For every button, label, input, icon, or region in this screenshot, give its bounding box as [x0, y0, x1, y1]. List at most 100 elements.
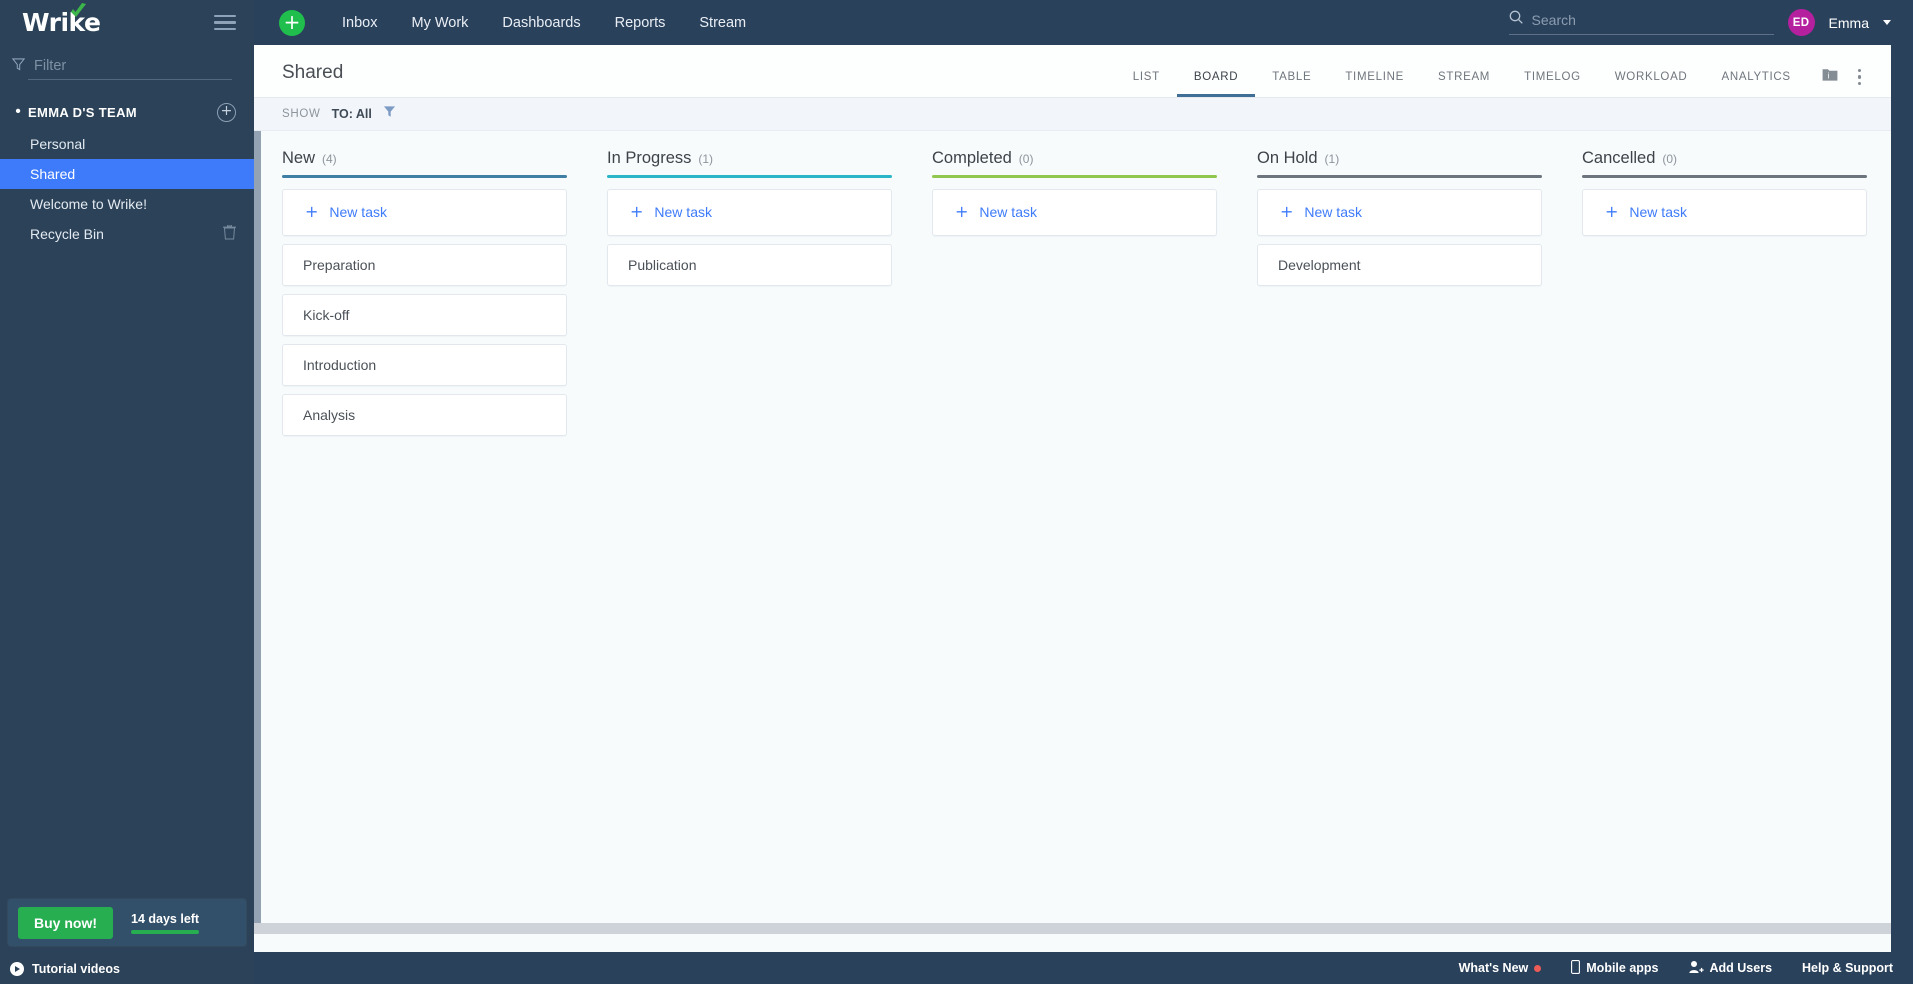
create-new-button[interactable]: +: [279, 9, 305, 36]
sidebar-team-row[interactable]: • EMMA D'S TEAM +: [0, 95, 254, 129]
board-vertical-scrollbar[interactable]: [254, 131, 261, 923]
tab-timelog[interactable]: TIMELOG: [1507, 71, 1598, 97]
column-title: Completed: [932, 149, 1012, 167]
folder-info-icon[interactable]: i: [1822, 67, 1838, 87]
trial-progress-bar: [131, 929, 199, 934]
task-title: Development: [1278, 256, 1361, 273]
trash-icon[interactable]: [223, 224, 236, 243]
search-input[interactable]: [1531, 11, 1774, 28]
chevron-down-icon[interactable]: [1883, 20, 1891, 25]
new-task-button[interactable]: + New task: [607, 188, 892, 236]
more-vertical-icon[interactable]: [1854, 67, 1865, 87]
wrike-logo[interactable]: Wrike: [22, 3, 101, 37]
search-box[interactable]: [1508, 10, 1774, 35]
sidebar-filter-input[interactable]: [28, 54, 232, 80]
task-card[interactable]: Introduction: [282, 343, 567, 386]
buy-now-button[interactable]: Buy now!: [18, 906, 113, 939]
task-title: Kick-off: [303, 306, 350, 323]
task-card[interactable]: Publication: [607, 243, 892, 286]
trial-days-wrap: 14 days left: [131, 912, 199, 934]
task-title: Publication: [628, 256, 697, 273]
board-columns: New (4) + New task Preparation Kick-off …: [254, 149, 1891, 436]
sidebar-item-label: Welcome to Wrike!: [30, 196, 147, 212]
sidebar-logo-row: Wrike: [0, 0, 254, 45]
task-card[interactable]: Preparation: [282, 243, 567, 286]
view-tabs: LIST BOARD TABLE TIMELINE STREAM TIMELOG…: [1116, 67, 1891, 97]
team-name-label: EMMA D'S TEAM: [28, 104, 137, 120]
column-title: In Progress: [607, 149, 692, 167]
new-task-label: New task: [979, 204, 1037, 220]
add-folder-icon[interactable]: +: [217, 102, 236, 122]
column-rule: [1582, 175, 1867, 178]
column-count: (4): [322, 152, 337, 166]
team-bullet-icon: •: [15, 103, 21, 120]
tab-table[interactable]: TABLE: [1255, 71, 1328, 97]
nav-link-inbox[interactable]: Inbox: [325, 15, 394, 31]
filter-to-all-value[interactable]: TO: All: [332, 107, 372, 121]
mobile-icon: [1571, 959, 1581, 977]
board-column-new: New (4) + New task Preparation Kick-off …: [282, 149, 567, 436]
show-label: SHOW: [282, 108, 321, 120]
sidebar-item-welcome-to-wrike[interactable]: Welcome to Wrike!: [0, 189, 254, 219]
new-task-button[interactable]: + New task: [932, 188, 1217, 236]
sidebar-item-label: Shared: [30, 166, 76, 182]
board-column-cancelled: Cancelled (0) + New task: [1582, 149, 1867, 436]
main-header: Shared LIST BOARD TABLE TIMELINE STREAM …: [254, 45, 1891, 98]
task-card[interactable]: Kick-off: [282, 293, 567, 336]
column-rule: [1257, 175, 1542, 178]
board-horizontal-scrollbar[interactable]: [254, 923, 1891, 934]
tab-stream[interactable]: STREAM: [1421, 71, 1507, 97]
mobile-apps-link[interactable]: Mobile apps: [1571, 959, 1659, 977]
mobile-apps-label: Mobile apps: [1586, 961, 1659, 975]
tab-list[interactable]: LIST: [1116, 71, 1177, 97]
task-card[interactable]: Development: [1257, 243, 1542, 286]
add-users-label: Add Users: [1709, 961, 1773, 975]
nav-link-stream[interactable]: Stream: [682, 15, 763, 31]
board-column-completed: Completed (0) + New task: [932, 149, 1217, 436]
nav-link-my-work[interactable]: My Work: [394, 15, 485, 31]
add-users-link[interactable]: Add Users: [1688, 960, 1773, 977]
help-support-label: Help & Support: [1802, 961, 1893, 975]
task-title: Preparation: [303, 256, 376, 273]
trial-promo-panel: Buy now! 14 days left: [8, 899, 246, 946]
nav-link-dashboards[interactable]: Dashboards: [485, 15, 597, 31]
nav-link-reports[interactable]: Reports: [598, 15, 683, 31]
tab-board[interactable]: BOARD: [1176, 71, 1256, 97]
avatar[interactable]: ED: [1787, 9, 1815, 36]
whats-new-link[interactable]: What's New: [1459, 961, 1542, 975]
user-name-label[interactable]: Emma: [1829, 15, 1869, 31]
plus-icon: +: [955, 202, 969, 221]
new-task-label: New task: [1304, 204, 1362, 220]
logo-text: Wrike: [22, 8, 101, 37]
column-header: Completed (0): [932, 149, 1217, 175]
tab-workload[interactable]: WORKLOAD: [1598, 71, 1705, 97]
column-header: On Hold (1): [1257, 149, 1542, 175]
tab-analytics[interactable]: ANALYTICS: [1704, 71, 1807, 97]
column-count: (1): [698, 152, 714, 166]
top-navbar: + Inbox My Work Dashboards Reports Strea…: [254, 0, 1913, 45]
sidebar-item-recycle-bin[interactable]: Recycle Bin: [0, 219, 254, 249]
column-title: New: [282, 149, 316, 167]
sidebar-hamburger-icon[interactable]: [214, 14, 236, 31]
sidebar-filter-row: [0, 45, 254, 89]
checkmark-icon: [71, 3, 86, 17]
play-circle-icon: [10, 962, 24, 976]
help-support-link[interactable]: Help & Support: [1802, 961, 1893, 975]
bottom-bar: What's New Mobile apps Add Users Help & …: [254, 952, 1913, 984]
funnel-icon[interactable]: [383, 105, 396, 123]
new-task-button[interactable]: + New task: [1257, 188, 1542, 236]
sidebar-item-personal[interactable]: Personal: [0, 129, 254, 159]
new-task-button[interactable]: + New task: [1582, 188, 1867, 236]
new-task-button[interactable]: + New task: [282, 188, 567, 236]
sidebar-item-label: Recycle Bin: [30, 226, 104, 242]
column-rule: [932, 175, 1217, 178]
board-column-on-hold: On Hold (1) + New task Development: [1257, 149, 1542, 436]
main-panel: Shared LIST BOARD TABLE TIMELINE STREAM …: [254, 45, 1891, 952]
tab-timeline[interactable]: TIMELINE: [1328, 71, 1421, 97]
tutorial-videos-link[interactable]: Tutorial videos: [0, 954, 254, 984]
task-card[interactable]: Analysis: [282, 393, 567, 436]
task-title: Analysis: [303, 406, 356, 423]
sidebar-item-shared[interactable]: Shared: [0, 159, 254, 189]
column-title: Cancelled: [1582, 149, 1656, 167]
